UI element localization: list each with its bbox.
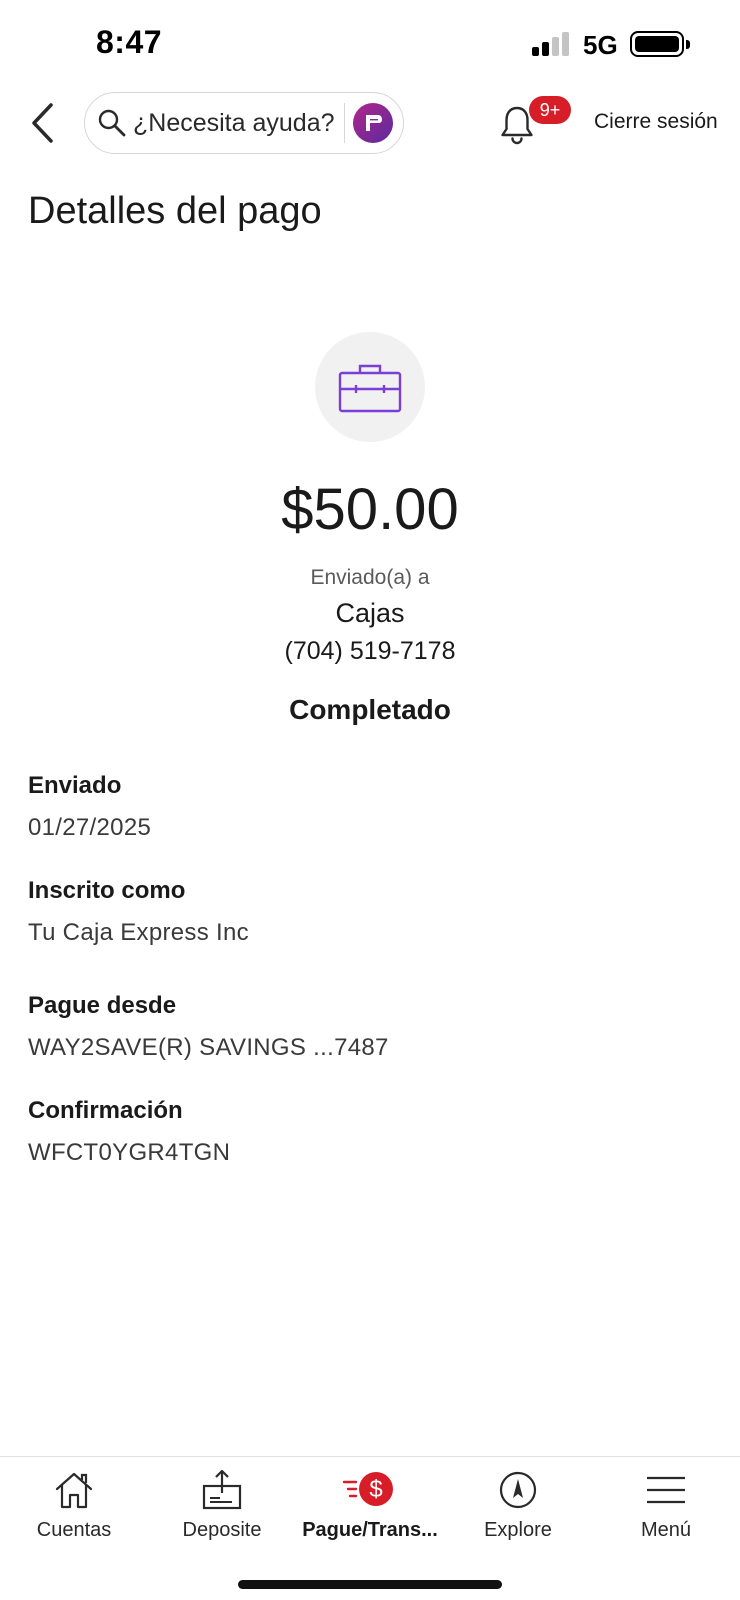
search-divider	[344, 103, 345, 143]
detail-enrolled-as: Inscrito como Tu Caja Express Inc	[28, 877, 249, 947]
detail-value: 01/27/2025	[28, 814, 152, 841]
network-type: 5G	[583, 30, 618, 60]
detail-label: Enviado	[28, 772, 122, 799]
detail-value: WFCT0YGR4TGN	[28, 1139, 231, 1166]
assistant-logo-icon	[366, 115, 382, 131]
home-indicator[interactable]	[238, 1580, 502, 1589]
detail-value: Tu Caja Express Inc	[28, 919, 249, 946]
briefcase-icon	[338, 364, 402, 413]
hamburger-menu-icon	[647, 1476, 685, 1504]
nav-pay-transfer[interactable]: $ Pague/Trans...	[296, 1457, 444, 1557]
nav-accounts[interactable]: Cuentas	[0, 1457, 148, 1557]
nav-label: Deposite	[182, 1519, 262, 1541]
logout-link[interactable]: Cierre sesión	[594, 110, 718, 134]
pay-transfer-icon: $	[342, 1472, 393, 1506]
detail-sent-date: Enviado 01/27/2025	[28, 772, 151, 842]
detail-label: Pague desde	[28, 992, 177, 1019]
nav-explore[interactable]: Explore	[444, 1457, 592, 1557]
back-button[interactable]	[22, 98, 62, 148]
nav-label: Pague/Trans...	[302, 1519, 438, 1541]
svg-text:$: $	[369, 1476, 382, 1503]
assistant-button[interactable]	[353, 103, 393, 143]
nav-label: Cuentas	[36, 1519, 112, 1541]
home-icon	[55, 1472, 93, 1509]
deposit-icon	[202, 1469, 242, 1510]
bottom-nav: Cuentas Deposite $ Pague/Trans... Explor…	[0, 1456, 740, 1600]
recipient-phone: (704) 519-7178	[284, 637, 456, 665]
nav-deposit[interactable]: Deposite	[148, 1457, 296, 1557]
page-title: Detalles del pago	[28, 190, 322, 232]
chevron-left-icon	[32, 103, 53, 143]
recipient-name: Cajas	[335, 598, 405, 628]
status-time: 8:47	[96, 24, 163, 60]
payment-amount: $50.00	[281, 477, 459, 542]
battery-icon	[630, 31, 690, 57]
detail-pay-from: Pague desde WAY2SAVE(R) SAVINGS ...7487	[28, 992, 389, 1062]
search-placeholder: ¿Necesita ayuda?	[133, 108, 335, 137]
payment-status: Completado	[289, 694, 451, 725]
signal-strength-icon	[532, 30, 572, 56]
compass-icon	[499, 1471, 537, 1509]
status-bar: 8:47 5G	[0, 0, 740, 90]
nav-label: Menú	[640, 1519, 692, 1541]
nav-label: Explore	[484, 1519, 552, 1541]
sent-to-label: Enviado(a) a	[310, 566, 430, 589]
payee-icon-circle	[315, 332, 425, 442]
nav-menu[interactable]: Menú	[592, 1457, 740, 1557]
search-icon	[98, 109, 126, 137]
detail-confirmation: Confirmación WFCT0YGR4TGN	[28, 1097, 230, 1167]
help-search-input[interactable]: ¿Necesita ayuda?	[84, 92, 404, 154]
detail-label: Inscrito como	[28, 877, 186, 904]
detail-value: WAY2SAVE(R) SAVINGS ...7487	[28, 1034, 389, 1061]
detail-label: Confirmación	[28, 1097, 183, 1124]
notifications-badge: 9+	[529, 96, 571, 124]
